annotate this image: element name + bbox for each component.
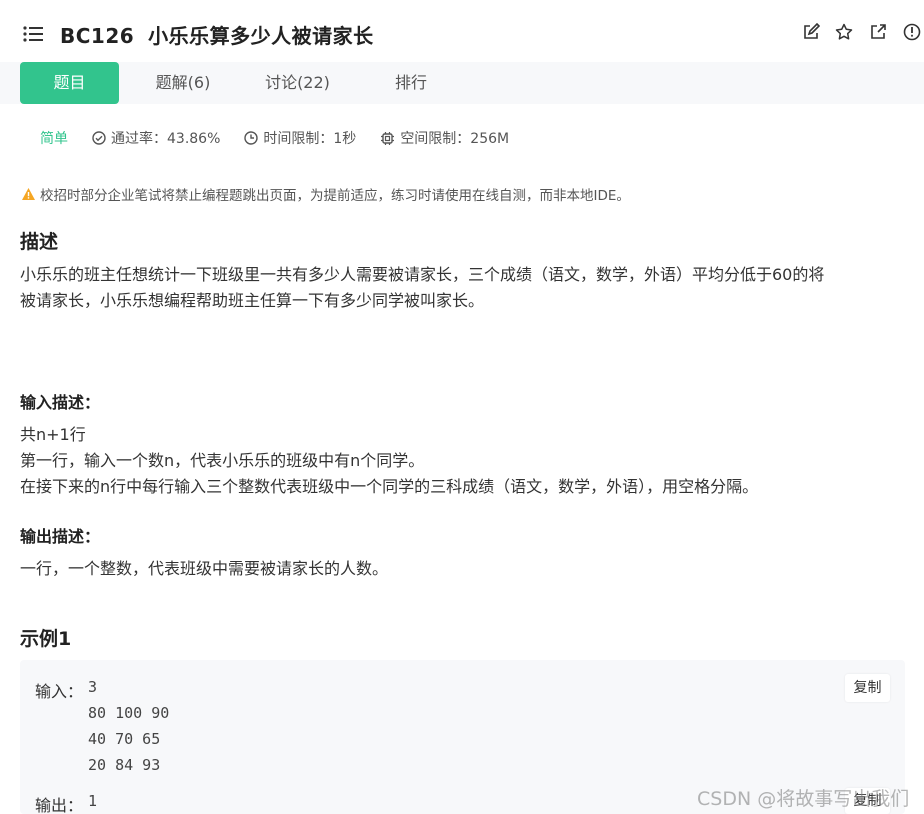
problem-id: BC126 xyxy=(60,24,135,48)
example-output-label: 输出： xyxy=(35,796,84,814)
watermark: CSDN @将故事写出我们 xyxy=(697,788,910,810)
description-heading: 描述 xyxy=(20,231,59,253)
star-icon[interactable] xyxy=(835,23,853,41)
time-limit: 时间限制：1秒 xyxy=(244,128,356,148)
output-desc-line: 一行，一个整数，代表班级中需要被请家长的人数。 xyxy=(20,559,389,578)
example-input-line: 40 70 65 xyxy=(88,730,161,748)
external-link-icon[interactable] xyxy=(869,23,887,41)
description-text: 小乐乐的班主任想统计一下班级里一共有多少人需要被请家长，三个成绩（语文，数学，外… xyxy=(20,262,910,314)
clock-icon xyxy=(244,131,259,145)
input-desc-line: 在接下来的n行中每行输入三个整数代表班级中一个同学的三科成绩（语文，数学，外语）… xyxy=(20,477,759,496)
input-desc-line: 共n+1行 xyxy=(20,425,86,444)
pass-rate-text: 通过率：43.86% xyxy=(111,131,221,147)
warning-text: 校招时部分企业笔试将禁止编程题跳出页面，为提前适应，练习时请使用在线自测，而非本… xyxy=(40,188,630,204)
time-limit-text: 时间限制：1秒 xyxy=(263,131,357,147)
warning-notice: 校招时部分企业笔试将禁止编程题跳出页面，为提前适应，练习时请使用在线自测，而非本… xyxy=(21,184,630,204)
tab-ranking[interactable]: 排行 xyxy=(370,62,452,104)
warning-icon xyxy=(22,188,35,200)
example-input-line: 3 xyxy=(88,678,98,696)
example-input[interactable]: 3 80 100 90 40 70 65 20 84 93 xyxy=(88,674,169,778)
list-menu-icon[interactable] xyxy=(23,26,43,42)
tab-discussion[interactable]: 讨论(22) xyxy=(250,62,345,104)
chip-icon xyxy=(381,131,395,145)
info-icon[interactable] xyxy=(903,23,921,41)
problem-meta: 简单 通过率：43.86% 时间限制：1秒 空间限制：256M xyxy=(40,128,533,148)
description-line: 小乐乐的班主任想统计一下班级里一共有多少人需要被请家长，三个成绩（语文，数学，外… xyxy=(20,265,825,284)
example-output-line: 1 xyxy=(88,792,98,810)
tab-problem[interactable]: 题目 xyxy=(20,62,119,104)
example-output[interactable]: 1 xyxy=(88,788,97,814)
pass-rate: 通过率：43.86% xyxy=(92,128,220,148)
check-circle-icon xyxy=(92,131,106,145)
problem-title: 小乐乐算多少人被请家长 xyxy=(148,24,374,48)
input-desc-line: 第一行，输入一个数n，代表小乐乐的班级中有n个同学。 xyxy=(20,451,425,470)
description-line: 被请家长，小乐乐想编程帮助班主任算一下有多少同学被叫家长。 xyxy=(20,291,485,310)
example-heading: 示例1 xyxy=(20,628,72,650)
example-input-line: 20 84 93 xyxy=(88,756,161,774)
output-desc-text: 一行，一个整数，代表班级中需要被请家长的人数。 xyxy=(20,556,910,582)
copy-input-button[interactable]: 复制 xyxy=(845,674,890,702)
output-desc-heading: 输出描述： xyxy=(20,527,101,546)
input-desc-text: 共n+1行 第一行，输入一个数n，代表小乐乐的班级中有n个同学。 在接下来的n行… xyxy=(20,422,910,500)
header: BC126 小乐乐算多少人被请家长 xyxy=(0,0,924,62)
tab-solutions[interactable]: 题解(6) xyxy=(137,62,229,104)
space-limit-text: 空间限制：256M xyxy=(400,131,510,147)
space-limit: 空间限制：256M xyxy=(380,128,509,148)
edit-icon[interactable] xyxy=(802,23,820,41)
example-input-label: 输入： xyxy=(35,682,84,701)
difficulty-badge: 简单 xyxy=(40,131,68,147)
page-title: BC126 小乐乐算多少人被请家长 xyxy=(60,20,374,49)
example-input-line: 80 100 90 xyxy=(88,704,170,722)
input-desc-heading: 输入描述： xyxy=(20,393,101,412)
tab-bar: 题目 题解(6) 讨论(22) 排行 xyxy=(0,62,924,104)
